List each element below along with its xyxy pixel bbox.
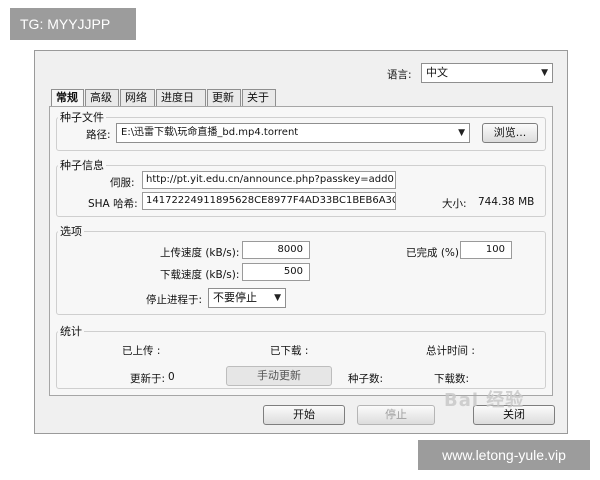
server-field[interactable]: http://pt.yit.edu.cn/announce.php?passke… xyxy=(142,171,396,189)
stop-process-value: 不要停止 xyxy=(213,291,257,304)
tab-about[interactable]: 关于 xyxy=(242,89,276,106)
uploaded-label: 已上传 : xyxy=(122,345,161,357)
language-value: 中文 xyxy=(426,66,448,79)
path-label: 路径: xyxy=(86,129,111,141)
tab-advanced[interactable]: 高级 xyxy=(85,89,119,106)
stats-title: 统计 xyxy=(58,323,84,339)
tab-network[interactable]: 网络 xyxy=(120,89,155,106)
torrent-dialog: 语言: 中文 ▼ 常规 高级 网络 进度日志 更新 关于 种子文件 路径: E:… xyxy=(34,50,568,434)
options-title: 选项 xyxy=(58,223,84,239)
size-label: 大小: xyxy=(442,198,467,210)
download-speed-label: 下载速度 (kB/s): xyxy=(160,269,240,281)
chevron-down-icon: ▼ xyxy=(541,68,548,78)
downloaders-label: 下载数: xyxy=(434,373,470,385)
stop-process-select[interactable]: 不要停止 ▼ xyxy=(208,288,286,308)
seeds-label: 种子数: xyxy=(348,373,384,385)
browse-button[interactable]: 浏览... xyxy=(482,123,538,143)
manual-update-button[interactable]: 手动更新 xyxy=(226,366,332,386)
tab-general[interactable]: 常规 xyxy=(51,89,84,107)
size-value: 744.38 MB xyxy=(478,196,535,208)
chevron-down-icon: ▼ xyxy=(274,293,281,303)
sha-field[interactable]: 14172224911895628CE8977F4AD33BC1BEB6A3CA xyxy=(142,192,396,210)
stop-process-label: 停止进程于: xyxy=(146,294,203,306)
completed-input[interactable]: 100 xyxy=(460,241,512,259)
watermark-top-left: TG: MYYJJPP xyxy=(10,8,136,40)
path-value: E:\迅雷下载\玩命直播_bd.mp4.torrent xyxy=(121,127,299,138)
download-speed-input[interactable]: 500 xyxy=(242,263,310,281)
upload-speed-label: 上传速度 (kB/s): xyxy=(160,247,240,259)
seed-file-title: 种子文件 xyxy=(58,109,106,125)
general-panel: 种子文件 路径: E:\迅雷下载\玩命直播_bd.mp4.torrent ▼ 浏… xyxy=(49,106,553,396)
language-label: 语言: xyxy=(387,69,412,81)
seed-info-title: 种子信息 xyxy=(58,157,106,173)
server-label: 伺服: xyxy=(110,177,135,189)
language-select[interactable]: 中文 ▼ xyxy=(421,63,553,83)
updated-value: 0 xyxy=(168,371,175,383)
completed-label: 已完成 (%) xyxy=(406,247,460,259)
stop-button[interactable]: 停止 xyxy=(357,405,435,425)
baidu-watermark: Bai 经验 xyxy=(444,390,525,411)
chevron-down-icon: ▼ xyxy=(458,128,465,138)
start-button[interactable]: 开始 xyxy=(263,405,345,425)
total-time-label: 总计时间 : xyxy=(426,345,475,357)
upload-speed-input[interactable]: 8000 xyxy=(242,241,310,259)
tab-update[interactable]: 更新 xyxy=(207,89,241,106)
updated-label: 更新于: xyxy=(130,373,166,385)
sha-label: SHA 哈希: xyxy=(88,198,138,210)
watermark-bottom-right: www.letong-yule.vip xyxy=(418,440,590,470)
path-select[interactable]: E:\迅雷下载\玩命直播_bd.mp4.torrent ▼ xyxy=(116,123,470,143)
downloaded-label: 已下载 : xyxy=(270,345,309,357)
tab-progress-log[interactable]: 进度日志 xyxy=(156,89,206,119)
